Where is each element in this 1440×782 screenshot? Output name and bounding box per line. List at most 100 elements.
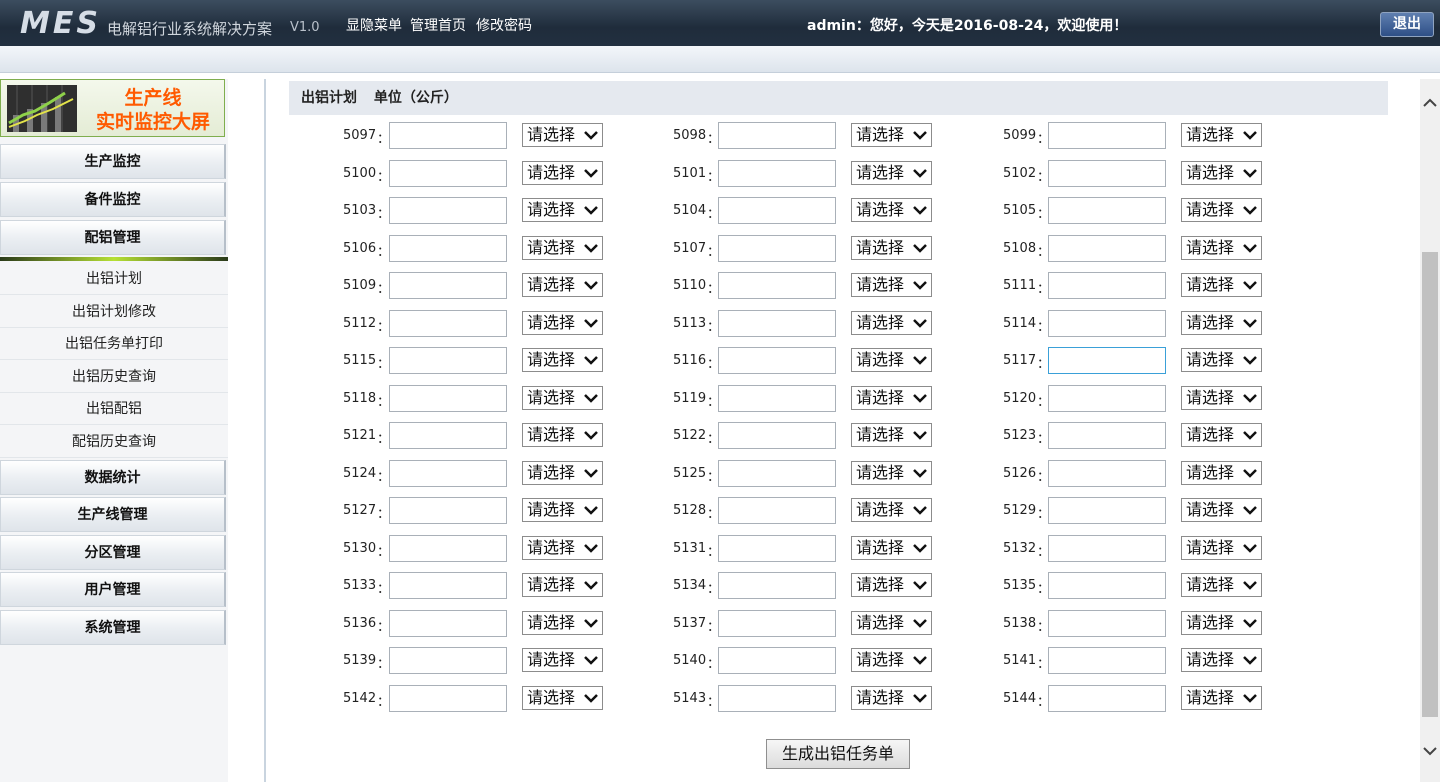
weight-input[interactable]	[389, 122, 507, 149]
weight-input[interactable]	[389, 497, 507, 524]
option-select[interactable]: 请选择	[1181, 123, 1262, 147]
weight-input[interactable]	[1048, 122, 1166, 149]
option-select[interactable]: 请选择	[851, 160, 932, 185]
weight-input[interactable]	[1048, 684, 1166, 712]
option-select[interactable]: 请选择	[851, 573, 932, 597]
weight-input[interactable]	[1048, 347, 1166, 374]
option-select[interactable]: 请选择	[1181, 160, 1262, 185]
option-select[interactable]: 请选择	[1181, 273, 1262, 297]
nav-system-management[interactable]: 系统管理	[0, 610, 226, 645]
weight-input[interactable]	[718, 459, 836, 487]
nav-line-management[interactable]: 生产线管理	[0, 497, 226, 532]
sub-item-tapping-plan[interactable]: 出铝计划	[0, 263, 228, 295]
weight-input[interactable]	[718, 234, 836, 262]
option-select[interactable]: 请选择	[522, 385, 603, 410]
sub-item-task-print[interactable]: 出铝任务单打印	[0, 328, 228, 360]
option-select[interactable]: 请选择	[851, 235, 932, 260]
option-select[interactable]: 请选择	[1181, 498, 1262, 522]
sub-item-tapping-history[interactable]: 出铝历史查询	[0, 361, 228, 393]
option-select[interactable]: 请选择	[1181, 648, 1262, 672]
weight-input[interactable]	[389, 609, 507, 637]
weight-input[interactable]	[1048, 384, 1166, 412]
weight-input[interactable]	[1048, 309, 1166, 337]
weight-input[interactable]	[389, 647, 507, 674]
monitor-screen-banner[interactable]: 生产线 实时监控大屏	[0, 79, 225, 137]
option-select[interactable]: 请选择	[851, 685, 932, 710]
weight-input[interactable]	[1048, 234, 1166, 262]
option-select[interactable]: 请选择	[1181, 423, 1262, 447]
option-select[interactable]: 请选择	[522, 423, 603, 447]
option-select[interactable]: 请选择	[851, 610, 932, 635]
weight-input[interactable]	[718, 647, 836, 674]
weight-input[interactable]	[1048, 534, 1166, 562]
weight-input[interactable]	[389, 309, 507, 337]
option-select[interactable]: 请选择	[522, 273, 603, 297]
weight-input[interactable]	[1048, 459, 1166, 487]
weight-input[interactable]	[718, 197, 836, 224]
option-select[interactable]: 请选择	[851, 460, 932, 485]
option-select[interactable]: 请选择	[522, 648, 603, 672]
option-select[interactable]: 请选择	[522, 348, 603, 372]
nav-production-monitor[interactable]: 生产监控	[0, 144, 226, 179]
logout-button[interactable]: 退出	[1380, 12, 1434, 37]
sub-item-tapping-plan-edit[interactable]: 出铝计划修改	[0, 296, 228, 328]
weight-input[interactable]	[1048, 572, 1166, 599]
option-select[interactable]: 请选择	[851, 498, 932, 522]
sub-item-allocation-history[interactable]: 配铝历史查询	[0, 426, 228, 458]
option-select[interactable]: 请选择	[851, 198, 932, 222]
weight-input[interactable]	[718, 422, 836, 449]
option-select[interactable]: 请选择	[1181, 348, 1262, 372]
option-select[interactable]: 请选择	[1181, 385, 1262, 410]
weight-input[interactable]	[1048, 422, 1166, 449]
weight-input[interactable]	[389, 159, 507, 187]
option-select[interactable]: 请选择	[522, 160, 603, 185]
nav-spare-parts-monitor[interactable]: 备件监控	[0, 182, 226, 217]
weight-input[interactable]	[718, 272, 836, 299]
option-select[interactable]: 请选择	[1181, 310, 1262, 335]
home-link[interactable]: 管理首页	[410, 15, 466, 35]
option-select[interactable]: 请选择	[1181, 535, 1262, 560]
vertical-scrollbar[interactable]	[1420, 79, 1440, 782]
option-select[interactable]: 请选择	[1181, 685, 1262, 710]
weight-input[interactable]	[389, 197, 507, 224]
weight-input[interactable]	[718, 122, 836, 149]
weight-input[interactable]	[389, 459, 507, 487]
option-select[interactable]: 请选择	[522, 498, 603, 522]
option-select[interactable]: 请选择	[851, 348, 932, 372]
scroll-up-icon[interactable]	[1420, 93, 1440, 113]
option-select[interactable]: 请选择	[1181, 573, 1262, 597]
option-select[interactable]: 请选择	[1181, 460, 1262, 485]
weight-input[interactable]	[389, 422, 507, 449]
weight-input[interactable]	[718, 384, 836, 412]
weight-input[interactable]	[718, 684, 836, 712]
option-select[interactable]: 请选择	[522, 535, 603, 560]
option-select[interactable]: 请选择	[522, 123, 603, 147]
weight-input[interactable]	[1048, 159, 1166, 187]
option-select[interactable]: 请选择	[522, 310, 603, 335]
sub-item-tapping-allocation[interactable]: 出铝配铝	[0, 393, 228, 425]
weight-input[interactable]	[389, 234, 507, 262]
weight-input[interactable]	[1048, 272, 1166, 299]
weight-input[interactable]	[389, 384, 507, 412]
weight-input[interactable]	[718, 347, 836, 374]
option-select[interactable]: 请选择	[851, 385, 932, 410]
weight-input[interactable]	[1048, 609, 1166, 637]
option-select[interactable]: 请选择	[1181, 198, 1262, 222]
weight-input[interactable]	[1048, 197, 1166, 224]
weight-input[interactable]	[389, 347, 507, 374]
option-select[interactable]: 请选择	[1181, 235, 1262, 260]
weight-input[interactable]	[718, 497, 836, 524]
weight-input[interactable]	[1048, 497, 1166, 524]
nav-user-management[interactable]: 用户管理	[0, 572, 226, 607]
option-select[interactable]: 请选择	[851, 273, 932, 297]
weight-input[interactable]	[718, 572, 836, 599]
scroll-thumb[interactable]	[1422, 252, 1438, 717]
option-select[interactable]: 请选择	[522, 573, 603, 597]
option-select[interactable]: 请选择	[522, 235, 603, 260]
nav-statistics[interactable]: 数据统计	[0, 460, 226, 495]
nav-aluminum-allocation[interactable]: 配铝管理	[0, 220, 226, 255]
option-select[interactable]: 请选择	[851, 648, 932, 672]
option-select[interactable]: 请选择	[851, 310, 932, 335]
option-select[interactable]: 请选择	[522, 198, 603, 222]
weight-input[interactable]	[718, 609, 836, 637]
